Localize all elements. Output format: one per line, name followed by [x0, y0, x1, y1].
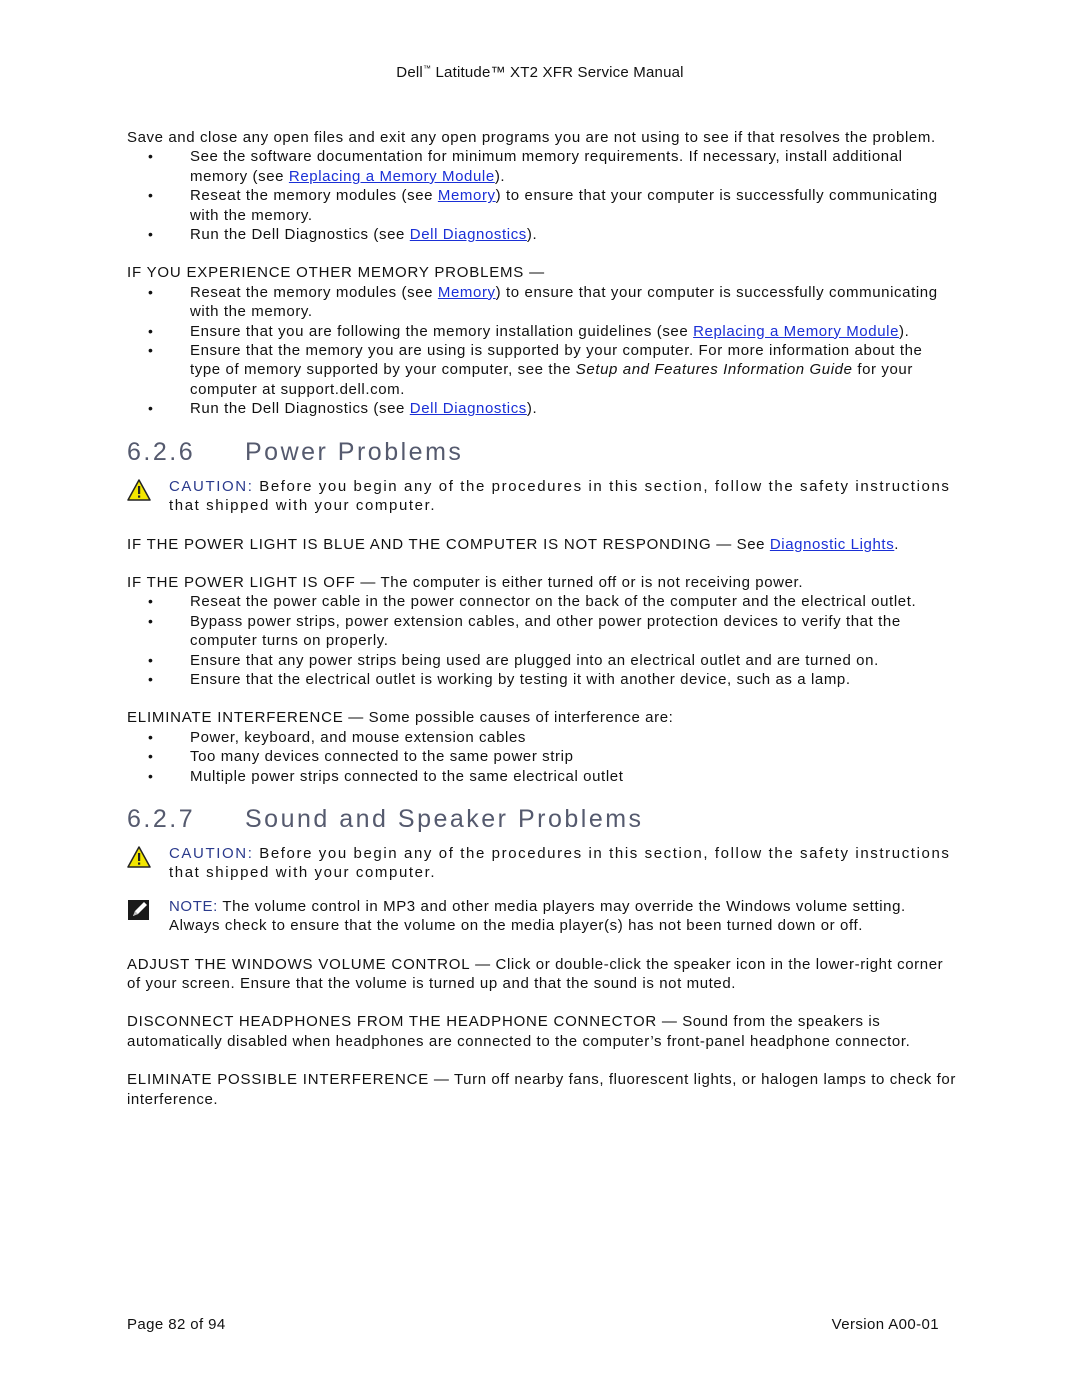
caution-label: CAUTION:: [169, 477, 254, 495]
caution-text: Before you begin any of the procedures i…: [169, 477, 951, 515]
list-item: Bypass power strips, power extension cab…: [148, 612, 957, 651]
guide-title: Setup and Features Information Guide: [575, 361, 853, 379]
section-heading-sound: 6.2.7 Sound and Speaker Problems: [127, 802, 957, 836]
list-item: Too many devices connected to the same p…: [148, 747, 957, 767]
section-title: Sound and Speaker Problems: [245, 804, 644, 833]
light-off-paragraph: IF THE POWER LIGHT IS OFF — The computer…: [127, 573, 804, 591]
document-body: Save and close any open files and exit a…: [127, 128, 957, 1109]
link-memory[interactable]: Memory: [438, 284, 496, 301]
link-memory[interactable]: Memory: [438, 187, 496, 204]
caution-notice: CAUTION: Before you begin any of the pro…: [127, 477, 957, 516]
caution-text: Before you begin any of the procedures i…: [169, 844, 951, 882]
intro-paragraph: Save and close any open files and exit a…: [127, 129, 936, 146]
section-number: 6.2.6: [127, 437, 196, 466]
note-label: NOTE:: [169, 897, 218, 915]
caution-icon: [127, 846, 151, 868]
list-item: Ensure that the memory you are using is …: [148, 341, 957, 399]
volume-paragraph: ADJUST THE WINDOWS VOLUME CONTROL — Clic…: [127, 955, 944, 992]
blue-light-paragraph: IF THE POWER LIGHT IS BLUE AND THE COMPU…: [127, 535, 900, 553]
note-pencil-icon: [128, 899, 149, 920]
header-title: Latitude™ XT2 XFR Service Manual: [431, 64, 684, 81]
interference-paragraph: ELIMINATE INTERFERENCE — Some possible c…: [127, 709, 674, 727]
intro-list: See the software documentation for minim…: [127, 147, 957, 244]
section-number: 6.2.7: [127, 804, 196, 833]
page-header: Dell™ Latitude™ XT2 XFR Service Manual: [0, 64, 1080, 81]
list-item: Ensure that any power strips being used …: [148, 651, 957, 671]
document-version: Version A00-01: [831, 1316, 939, 1333]
page-number: Page 82 of 94: [127, 1316, 226, 1333]
list-item: Reseat the memory modules (see Memory) t…: [148, 283, 957, 322]
list-item: Multiple power strips connected to the s…: [148, 767, 957, 787]
list-item: Power, keyboard, and mouse extension cab…: [148, 728, 957, 748]
link-replacing-memory-module[interactable]: Replacing a Memory Module: [693, 323, 899, 340]
link-diagnostic-lights[interactable]: Diagnostic Lights: [770, 536, 894, 553]
trademark-mark: ™: [422, 64, 432, 73]
caution-icon: [127, 478, 151, 501]
list-item: Run the Dell Diagnostics (see Dell Diagn…: [148, 399, 957, 419]
list-item: Reseat the memory modules (see Memory) t…: [148, 186, 957, 225]
list-item: See the software documentation for minim…: [148, 147, 957, 186]
headphones-paragraph: DISCONNECT HEADPHONES FROM THE HEADPHONE…: [127, 1013, 911, 1050]
note-text: The volume control in MP3 and other medi…: [169, 897, 906, 935]
possible-interference-paragraph: ELIMINATE POSSIBLE INTERFERENCE — Turn o…: [127, 1071, 956, 1108]
other-memory-list: Reseat the memory modules (see Memory) t…: [127, 283, 957, 419]
section-title: Power Problems: [245, 437, 464, 466]
link-replacing-memory-module[interactable]: Replacing a Memory Module: [289, 168, 495, 185]
section-heading-power: 6.2.6 Power Problems: [127, 435, 957, 469]
link-dell-diagnostics[interactable]: Dell Diagnostics: [410, 400, 527, 417]
caution-label: CAUTION:: [169, 844, 254, 862]
list-item: Ensure that you are following the memory…: [148, 322, 957, 342]
other-memory-heading: IF YOU EXPERIENCE OTHER MEMORY PROBLEMS …: [127, 264, 545, 282]
list-item: Run the Dell Diagnostics (see Dell Diagn…: [148, 225, 957, 245]
interference-list: Power, keyboard, and mouse extension cab…: [127, 728, 957, 787]
link-dell-diagnostics[interactable]: Dell Diagnostics: [410, 226, 527, 243]
list-item: Reseat the power cable in the power conn…: [148, 592, 957, 612]
list-item: Ensure that the electrical outlet is wor…: [148, 670, 957, 690]
header-brand: Dell: [396, 64, 423, 81]
light-off-list: Reseat the power cable in the power conn…: [127, 592, 957, 689]
note-notice: NOTE: The volume control in MP3 and othe…: [127, 897, 957, 936]
page-footer: Page 82 of 94 Version A00-01: [127, 1316, 939, 1333]
caution-notice: CAUTION: Before you begin any of the pro…: [127, 844, 957, 883]
